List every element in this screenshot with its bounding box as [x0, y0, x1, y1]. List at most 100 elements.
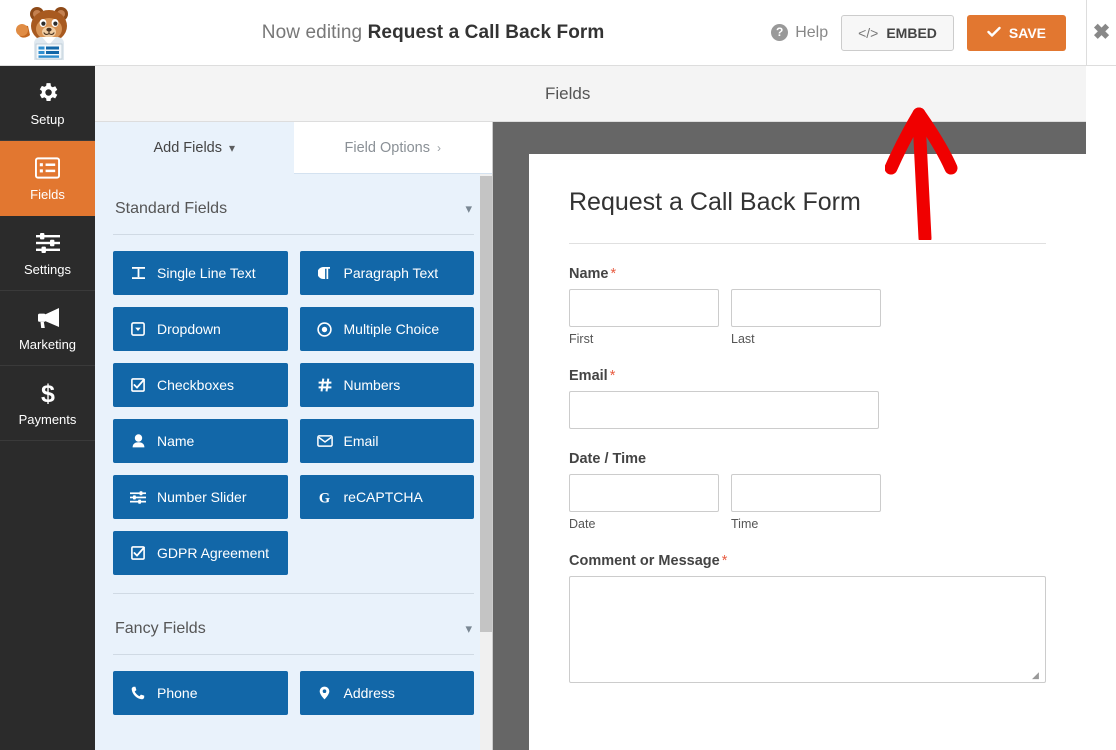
field-button-recaptcha[interactable]: G reCAPTCHA	[299, 475, 474, 519]
tab-add-fields-label: Add Fields	[153, 139, 222, 156]
field-button-multiple-choice[interactable]: Multiple Choice	[299, 307, 474, 351]
field-button-address[interactable]: Address	[299, 671, 474, 715]
help-button-label: Help	[795, 23, 829, 41]
preview-field-date-time[interactable]: Date / Time Date Time	[569, 451, 1046, 531]
text-width-icon	[130, 266, 146, 280]
svg-text:G: G	[319, 490, 330, 505]
code-icon: </>	[858, 24, 879, 41]
sidebar-item-label: Marketing	[18, 336, 77, 352]
editing-prefix: Now editing	[261, 21, 363, 43]
embed-button[interactable]: </> EMBED	[841, 14, 954, 51]
section-title: Fancy Fields	[115, 620, 206, 637]
preview-field-email[interactable]: Email *	[569, 368, 1046, 429]
field-button-phone[interactable]: Phone	[113, 671, 288, 715]
topbar-actions: ? Help </> EMBED SAVE	[771, 14, 1086, 51]
field-button-single-line-text[interactable]: Single Line Text	[113, 251, 288, 295]
check-icon	[987, 25, 1001, 41]
svg-text:$: $	[41, 380, 55, 406]
required-marker: *	[721, 553, 728, 569]
field-button-label: Numbers	[343, 377, 401, 393]
close-builder-button[interactable]: ✖	[1086, 0, 1116, 66]
panel-header-bar: Fields	[95, 66, 1086, 122]
panel-title: Fields	[545, 83, 591, 103]
field-button-label: Name	[157, 433, 195, 449]
tab-field-options[interactable]: Field Options ›	[293, 122, 492, 174]
standard-fields-grid: Single Line Text Paragraph Text Dropdown…	[113, 235, 474, 575]
builder-sidebar: Setup Fields Settings Marketing $ Paymen…	[0, 66, 95, 750]
field-button-label: reCAPTCHA	[343, 489, 423, 505]
sidebar-item-fields[interactable]: Fields	[0, 141, 95, 216]
field-button-name[interactable]: Name	[113, 419, 288, 463]
sidebar-item-settings[interactable]: Settings	[0, 216, 95, 291]
field-button-label: Number Slider	[157, 489, 247, 505]
fancy-fields-grid: Phone Address	[113, 655, 474, 715]
form-title-divider	[569, 243, 1046, 244]
panel-tabs: Add Fields ▾ Field Options ›	[95, 122, 492, 174]
section-header-fancy-fields[interactable]: Fancy Fields ▾	[113, 593, 474, 655]
wpforms-mascot-logo-icon	[12, 4, 84, 62]
field-button-label: Email	[343, 433, 379, 449]
field-button-label: Address	[343, 685, 395, 701]
name-last-input[interactable]	[731, 289, 881, 327]
fields-panel-scrollbar-thumb[interactable]	[480, 176, 492, 632]
form-preview-card: Request a Call Back Form Name * First Las…	[529, 154, 1086, 750]
field-button-label: Checkboxes	[157, 377, 235, 393]
field-label: Email *	[569, 368, 1046, 384]
save-button[interactable]: SAVE	[966, 14, 1066, 51]
field-label-text: Email	[569, 368, 608, 384]
field-button-numbers[interactable]: Numbers	[299, 363, 474, 407]
section-header-standard-fields[interactable]: Standard Fields ▾	[113, 174, 474, 235]
caret-square-down-icon	[130, 322, 146, 336]
sidebar-item-setup[interactable]: Setup	[0, 66, 95, 141]
field-button-dropdown[interactable]: Dropdown	[113, 307, 288, 351]
dollar-icon: $	[38, 380, 58, 406]
preview-field-name[interactable]: Name * First Last	[569, 266, 1046, 346]
check-square-icon	[130, 546, 146, 560]
name-subfields: First Last	[569, 289, 1046, 346]
form-preview-title: Request a Call Back Form	[569, 188, 861, 216]
field-button-gdpr-agreement[interactable]: GDPR Agreement	[113, 531, 288, 575]
gear-icon	[35, 80, 60, 106]
list-icon	[35, 155, 60, 181]
tab-add-fields[interactable]: Add Fields ▾	[95, 122, 294, 174]
wpforms-builder-window: Now editing Request a Call Back Form ? H…	[0, 0, 1116, 750]
chevron-down-icon: ▾	[465, 621, 472, 636]
comment-textarea[interactable]: ◢	[569, 576, 1046, 683]
fields-scroll-area: Standard Fields ▾ Single Line Text Parag…	[95, 174, 492, 750]
field-label: Comment or Message *	[569, 553, 1046, 569]
field-button-label: Phone	[157, 685, 198, 701]
radio-dot-icon	[317, 321, 333, 337]
field-button-label: Dropdown	[157, 321, 221, 337]
name-last-wrap: Last	[731, 289, 881, 346]
time-wrap: Time	[731, 474, 881, 531]
top-bar: Now editing Request a Call Back Form ? H…	[0, 0, 1086, 66]
close-icon: ✖	[1092, 21, 1111, 44]
sidebar-item-label: Payments	[18, 411, 77, 427]
sidebar-item-payments[interactable]: $ Payments	[0, 366, 95, 441]
sidebar-item-label: Settings	[24, 261, 71, 277]
field-label-text: Date / Time	[569, 451, 647, 467]
name-first-input[interactable]	[569, 289, 719, 327]
user-icon	[130, 434, 146, 448]
field-button-paragraph-text[interactable]: Paragraph Text	[299, 251, 474, 295]
time-input[interactable]	[731, 474, 881, 512]
email-input[interactable]	[569, 391, 879, 429]
chevron-down-icon: ▾	[228, 140, 236, 155]
wpforms-logo	[0, 0, 95, 66]
date-input[interactable]	[569, 474, 719, 512]
field-label: Name *	[569, 266, 1046, 282]
sidebar-item-label: Setup	[30, 111, 65, 127]
field-button-email[interactable]: Email	[299, 419, 474, 463]
field-button-label: Single Line Text	[157, 265, 256, 281]
datetime-subfields: Date Time	[569, 474, 1046, 531]
now-editing-title: Now editing Request a Call Back Form	[95, 22, 771, 44]
field-button-number-slider[interactable]: Number Slider	[113, 475, 288, 519]
help-button[interactable]: ? Help	[771, 24, 828, 42]
embed-button-label: EMBED	[886, 24, 937, 41]
resize-handle-icon[interactable]: ◢	[1032, 670, 1042, 680]
sidebar-item-marketing[interactable]: Marketing	[0, 291, 95, 366]
required-marker: *	[610, 266, 617, 282]
megaphone-icon	[35, 305, 61, 331]
preview-field-comment-or-message[interactable]: Comment or Message * ◢	[569, 553, 1046, 683]
field-button-checkboxes[interactable]: Checkboxes	[113, 363, 288, 407]
